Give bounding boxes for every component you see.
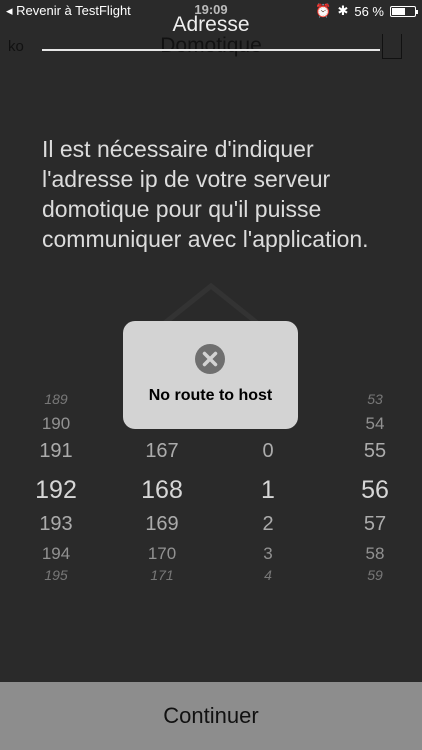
picker-value[interactable]: 167 <box>122 440 202 463</box>
picker-selected-value[interactable]: 1 <box>228 476 308 505</box>
picker-value[interactable]: 53 <box>335 391 415 407</box>
picker-selected-value[interactable]: 56 <box>335 476 415 505</box>
picker-value[interactable]: 3 <box>228 544 308 564</box>
picker-value[interactable]: 2 <box>228 513 308 536</box>
picker-value[interactable]: 189 <box>16 391 96 407</box>
picker-value[interactable]: 57 <box>335 513 415 536</box>
picker-value[interactable]: 55 <box>335 440 415 463</box>
nav-bar: ko Domotique Adresse <box>0 13 422 66</box>
picker-value[interactable]: 170 <box>122 544 202 564</box>
picker-value[interactable]: 194 <box>16 544 96 564</box>
picker-selected-value[interactable]: 168 <box>122 476 202 505</box>
title-underline <box>42 49 380 51</box>
share-icon <box>382 34 402 59</box>
page-title: Adresse <box>172 13 250 36</box>
alert-message: No route to host <box>148 387 273 404</box>
continue-button[interactable]: Continuer <box>0 682 422 750</box>
picker-value[interactable]: 0 <box>228 440 308 463</box>
picker-value[interactable]: 171 <box>122 567 202 583</box>
picker-value[interactable]: 59 <box>335 567 415 583</box>
picker-value[interactable]: 191 <box>16 440 96 463</box>
picker-value[interactable]: 54 <box>335 414 415 434</box>
picker-selected-value[interactable]: 192 <box>16 476 96 505</box>
picker-value[interactable]: 190 <box>16 414 96 434</box>
picker-value[interactable]: 195 <box>16 567 96 583</box>
intro-text: Il est nécessaire d'indiquer l'adresse i… <box>42 136 369 252</box>
picker-value[interactable]: 169 <box>122 513 202 536</box>
background-nav-title: Domotique <box>160 34 262 57</box>
error-alert: No route to host <box>123 321 298 429</box>
picker-value[interactable]: 58 <box>335 544 415 564</box>
error-x-icon <box>195 344 225 374</box>
picker-value[interactable]: 4 <box>228 567 308 583</box>
picker-value[interactable]: 193 <box>16 513 96 536</box>
